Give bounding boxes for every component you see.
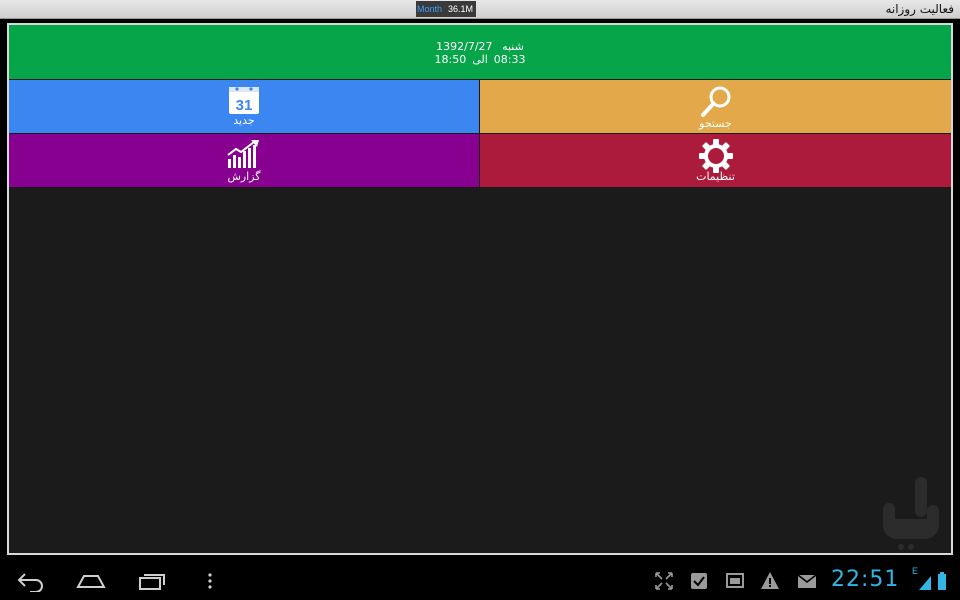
warning-icon[interactable] <box>760 570 780 596</box>
checkbox-notification-icon[interactable] <box>690 570 708 596</box>
app-title: فعالیت روزانه <box>885 2 954 16</box>
calendar-day-number: 31 <box>236 97 253 114</box>
time-to: 18:50 <box>434 53 467 66</box>
search-tile[interactable]: جستجو <box>480 80 951 133</box>
date-value: 1392/7/27 <box>436 40 493 53</box>
app-frame: شنبه 1392/7/27 08:33 الی 18:50 31 جدید جست… <box>7 23 953 555</box>
chart-icon <box>226 139 262 173</box>
date-line: شنبه 1392/7/27 <box>9 40 951 53</box>
search-tile-label: جستجو <box>699 117 732 130</box>
time-range: 08:33 الی 18:50 <box>9 53 951 66</box>
report-tile-label: گزارش <box>227 170 261 183</box>
date-header: شنبه 1392/7/27 08:33 الی 18:50 <box>9 25 951 79</box>
fullscreen-icon[interactable] <box>654 570 674 596</box>
new-tile-label: جدید <box>233 114 255 127</box>
screen: Month 36.1M فعالیت روزانه شنبه 1392/7/27… <box>0 0 960 600</box>
menu-button[interactable] <box>205 570 215 596</box>
email-icon[interactable] <box>797 570 817 596</box>
settings-tile[interactable]: تنظیمات <box>480 134 951 187</box>
signal-icon <box>918 570 932 596</box>
screenshot-notification-icon[interactable] <box>726 570 744 596</box>
data-usage-widget[interactable]: Month 36.1M <box>416 1 476 17</box>
home-button[interactable] <box>75 570 107 596</box>
day-name: شنبه <box>502 40 524 53</box>
data-usage-period: Month <box>417 4 443 14</box>
report-tile[interactable]: گزارش <box>9 134 479 187</box>
clock[interactable]: 22:51 <box>831 567 899 593</box>
settings-tile-label: تنظیمات <box>696 170 735 183</box>
store-logo-watermark <box>877 473 949 551</box>
time-from: 08:33 <box>493 53 526 66</box>
system-bar: 22:51 E <box>0 563 960 600</box>
title-bar: Month 36.1M فعالیت روزانه <box>0 0 960 19</box>
back-button[interactable] <box>16 570 46 596</box>
recent-apps-button[interactable] <box>137 570 167 596</box>
new-tile[interactable]: 31 جدید <box>9 80 479 133</box>
data-usage-value: 36.1M <box>448 4 474 14</box>
app-content: شنبه 1392/7/27 08:33 الی 18:50 31 جدید جست… <box>9 25 951 553</box>
battery-icon <box>936 570 948 596</box>
time-until-word: الی <box>472 53 488 66</box>
